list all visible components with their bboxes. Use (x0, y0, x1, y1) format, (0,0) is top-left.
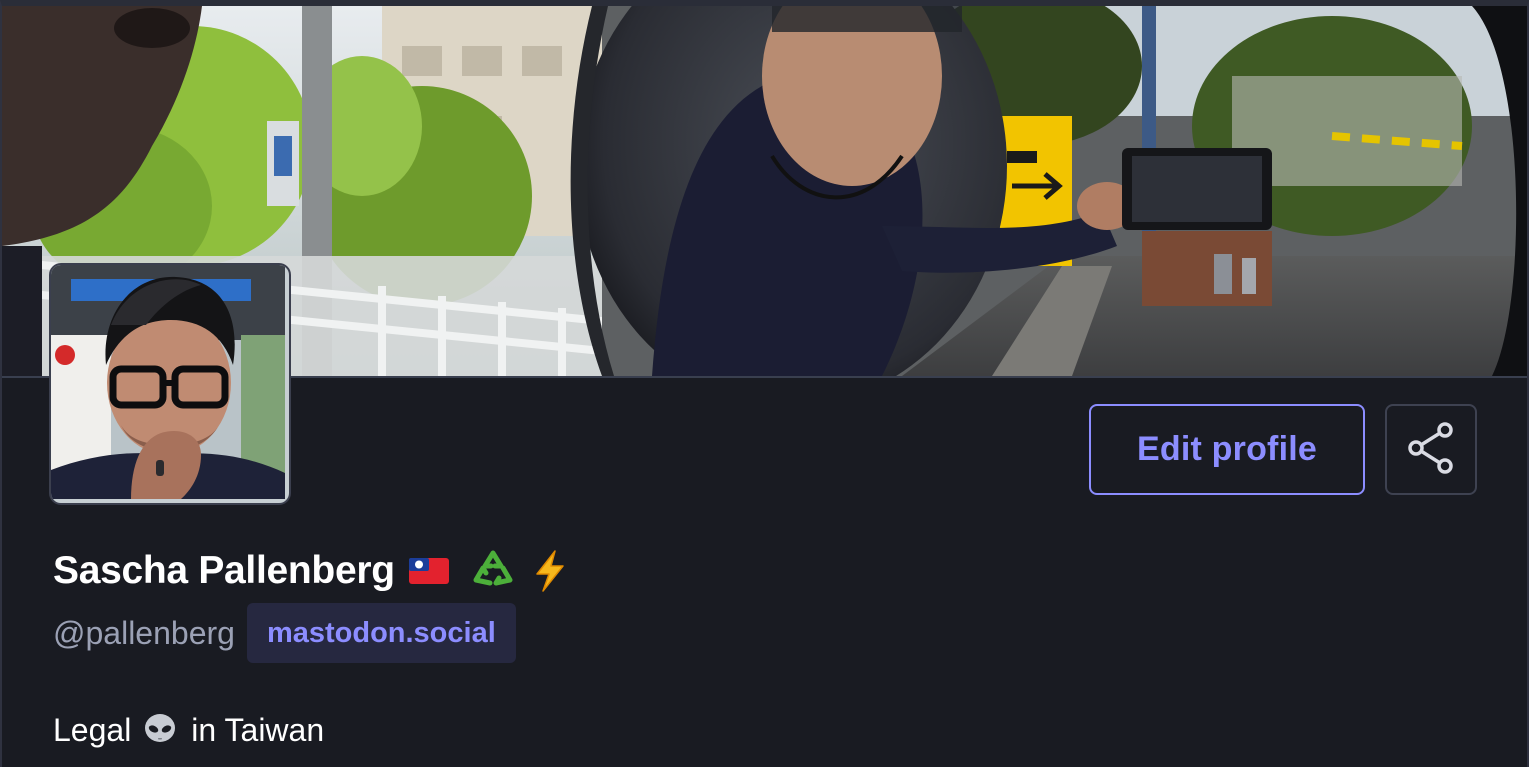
share-icon (1407, 421, 1455, 478)
server-badge[interactable]: mastodon.social (246, 603, 516, 663)
share-button[interactable] (1385, 404, 1477, 495)
avatar[interactable] (49, 263, 291, 505)
bio-prefix: Legal (53, 711, 132, 748)
handle-row: @pallenberg mastodon.social (53, 603, 516, 663)
display-name: Sascha Pallenberg (53, 549, 395, 592)
bio: Legal in Taiwan (53, 706, 324, 754)
account-handle: @pallenberg (53, 614, 235, 651)
lightning-icon (533, 550, 567, 592)
display-name-row: Sascha Pallenberg (53, 546, 567, 596)
profile-card: Edit profile Sascha Pallenberg @pallenbe… (0, 0, 1529, 767)
recycling-icon (471, 550, 515, 592)
bio-suffix: in Taiwan (191, 711, 325, 748)
alien-icon (143, 713, 177, 747)
taiwan-flag-icon (408, 556, 449, 586)
edit-profile-button[interactable]: Edit profile (1089, 404, 1365, 495)
